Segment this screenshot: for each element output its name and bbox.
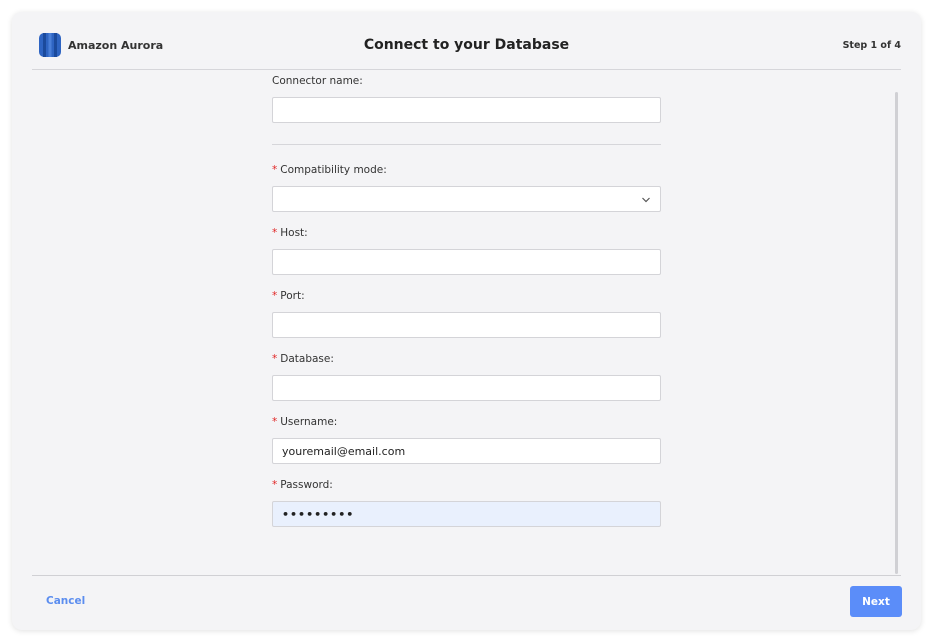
dialog-header: Amazon Aurora Connect to your Database S…: [32, 12, 901, 70]
username-input[interactable]: [272, 438, 661, 464]
connect-dialog: Amazon Aurora Connect to your Database S…: [12, 12, 921, 630]
chevron-down-icon: [642, 197, 650, 203]
compatibility-mode-select[interactable]: [272, 186, 661, 212]
host-input[interactable]: [272, 249, 661, 275]
connector-name-input[interactable]: [272, 97, 661, 123]
dialog-title: Connect to your Database: [363, 37, 570, 53]
username-label: * Username:: [272, 416, 338, 428]
password-label: * Password:: [272, 479, 333, 491]
compatibility-mode-label: * Compatibility mode:: [272, 164, 387, 176]
port-input[interactable]: [272, 312, 661, 338]
scrollbar[interactable]: [895, 92, 898, 574]
form-divider: [272, 144, 661, 145]
host-label: * Host:: [272, 227, 308, 239]
cancel-button[interactable]: Cancel: [46, 595, 85, 607]
database-label: * Database:: [272, 353, 334, 365]
step-indicator: Step 1 of 4: [842, 40, 901, 51]
connector-name-label: Connector name:: [272, 75, 363, 87]
password-input[interactable]: [272, 501, 661, 527]
port-label: * Port:: [272, 290, 305, 302]
footer-divider: [32, 575, 901, 576]
database-input[interactable]: [272, 375, 661, 401]
next-button[interactable]: Next: [850, 586, 902, 617]
